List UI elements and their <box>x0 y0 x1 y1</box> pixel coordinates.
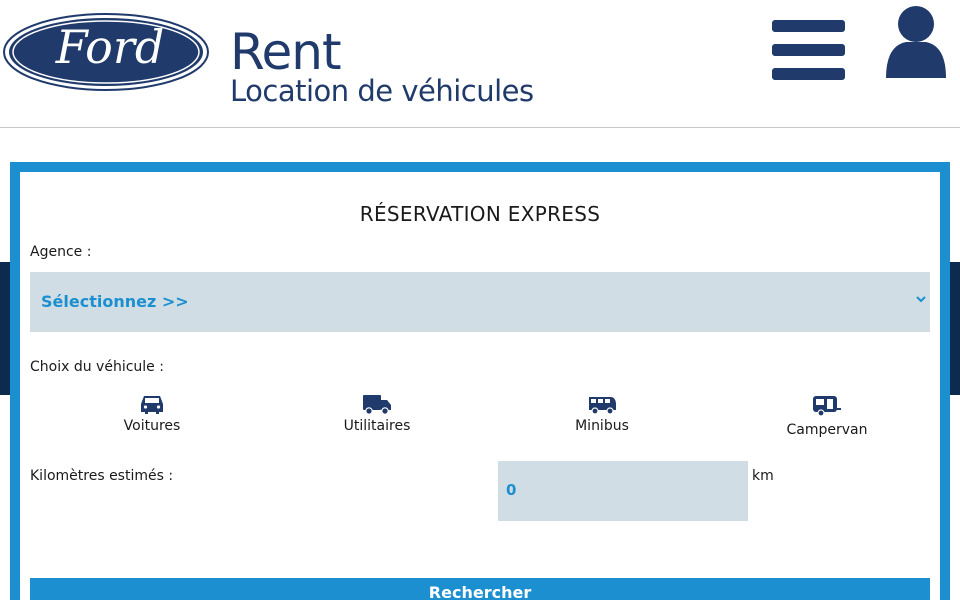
user-icon[interactable] <box>884 4 948 80</box>
car-icon <box>141 396 163 414</box>
km-unit: km <box>752 468 774 484</box>
vehicle-label: Choix du véhicule : <box>30 359 164 375</box>
vehicle-option-campervan[interactable]: Campervan <box>757 394 897 438</box>
vehicle-label-minibus: Minibus <box>575 418 629 434</box>
search-button[interactable]: Rechercher <box>30 578 930 600</box>
km-input[interactable]: 0 <box>498 461 748 521</box>
km-input-value: 0 <box>506 481 517 499</box>
ford-logo-text: Ford <box>55 20 165 74</box>
hamburger-menu-icon[interactable] <box>772 18 846 82</box>
reservation-card: RÉSERVATION EXPRESS Agence : Sélectionne… <box>10 162 950 600</box>
agence-select[interactable]: Sélectionnez >> <box>30 272 930 332</box>
site-header: Ford Rent Location de véhicules <box>0 0 960 128</box>
vehicle-label-voitures: Voitures <box>123 418 181 434</box>
caravan-icon <box>813 396 841 417</box>
minibus-icon <box>589 397 616 415</box>
agence-label: Agence : <box>30 244 92 260</box>
vehicle-option-utilitaires[interactable]: Utilitaires <box>307 394 447 434</box>
vehicle-label-campervan: Campervan <box>786 422 868 438</box>
km-label: Kilomètres estimés : <box>30 468 174 484</box>
chevron-down-icon <box>916 296 926 303</box>
vehicle-option-voitures[interactable]: Voitures <box>82 394 222 434</box>
brand-subtitle: Location de véhicules <box>230 74 534 108</box>
vehicle-option-minibus[interactable]: Minibus <box>532 394 672 434</box>
brand-title: Rent <box>230 23 342 81</box>
agence-select-value: Sélectionnez >> <box>41 292 189 311</box>
truck-icon <box>363 395 391 415</box>
form-title: RÉSERVATION EXPRESS <box>359 202 601 226</box>
vehicle-label-utilitaires: Utilitaires <box>343 418 411 434</box>
brand: Rent Location de véhicules <box>230 26 534 106</box>
